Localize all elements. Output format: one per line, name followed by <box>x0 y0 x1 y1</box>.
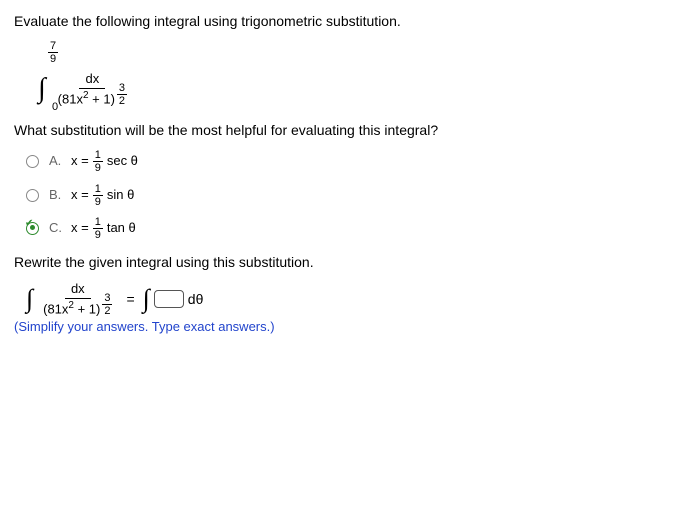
upper-limit: 7 9 <box>48 40 58 65</box>
prompt-evaluate: Evaluate the following integral using tr… <box>14 12 686 30</box>
radio-icon[interactable] <box>26 189 39 202</box>
hint-text: (Simplify your answers. Type exact answe… <box>14 319 686 336</box>
answer-input[interactable] <box>154 290 184 308</box>
choice-math: x = 19 sec θ <box>71 149 138 174</box>
choice-label: C. <box>49 220 65 237</box>
integrand-fraction: dx (81x2 + 1) 3 2 <box>52 71 133 107</box>
choice-c[interactable]: ✔ C. x = 19 tan θ <box>26 216 686 241</box>
rewrite-equation: ∫ dx (81x2 + 1) 3 2 = ∫ dθ <box>26 281 686 317</box>
integral-sign-icon: ∫ <box>26 286 33 312</box>
dtheta: dθ <box>188 290 204 308</box>
radio-icon[interactable]: ✔ <box>26 222 39 235</box>
choice-label: B. <box>49 187 65 204</box>
choice-math: x = 19 tan θ <box>71 216 136 241</box>
radio-icon[interactable] <box>26 155 39 168</box>
choice-label: A. <box>49 153 65 170</box>
integral-sign-icon: ∫ <box>143 286 150 312</box>
integral-sign-icon: ∫ 0 <box>38 75 46 103</box>
prompt-rewrite: Rewrite the given integral using this su… <box>14 253 686 271</box>
choice-a[interactable]: A. x = 19 sec θ <box>26 149 686 174</box>
choice-list: A. x = 19 sec θ B. x = 19 sin θ ✔ C. x =… <box>26 149 686 241</box>
check-icon: ✔ <box>25 217 33 230</box>
prompt-substitution: What substitution will be the most helpf… <box>14 121 686 139</box>
choice-math: x = 19 sin θ <box>71 183 134 208</box>
choice-b[interactable]: B. x = 19 sin θ <box>26 183 686 208</box>
main-integral: ∫ 0 dx (81x2 + 1) 3 2 <box>38 71 686 107</box>
lhs-fraction: dx (81x2 + 1) 3 2 <box>37 281 118 317</box>
equals-sign: = <box>126 290 134 308</box>
